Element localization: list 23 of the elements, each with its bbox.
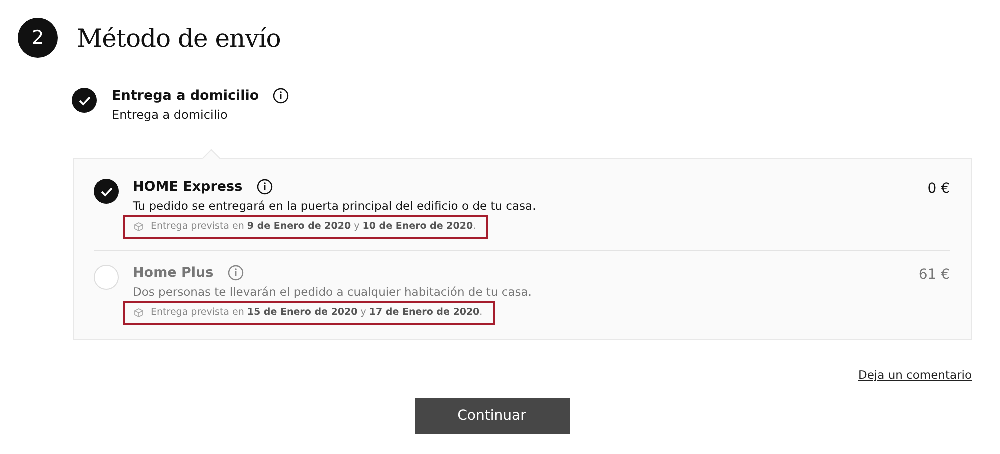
info-icon[interactable] <box>273 88 290 104</box>
option-description: Tu pedido se entregará en la puerta principal del edificio o de tu casa. <box>133 199 538 213</box>
option-radio[interactable] <box>94 265 119 290</box>
option-description: Dos personas te llevarán el pedido a cualquier habitación de tu casa. <box>133 285 533 299</box>
checkmark-icon <box>100 186 112 196</box>
delivery-estimate: Entrega prevista en 9 de Enero de 2020 y 10 de Enero de 2020. <box>151 221 476 232</box>
checked-radio[interactable] <box>72 88 97 113</box>
delivery-type-title: Entrega a domicilio <box>112 88 260 104</box>
option-radio[interactable] <box>94 179 119 204</box>
package-icon <box>134 222 144 232</box>
option-name: Home Plus <box>133 265 214 281</box>
package-icon <box>134 308 144 318</box>
option-name: HOME Express <box>133 179 243 195</box>
comment-link[interactable]: Deja un comentario <box>858 368 972 382</box>
delivery-type-subtitle: Entrega a domicilio <box>112 108 229 122</box>
checkmark-icon <box>78 96 90 106</box>
section-title: Método de envío <box>77 24 281 52</box>
step-number: 2 <box>18 18 58 58</box>
continue-button[interactable]: Continuar <box>414 398 570 434</box>
delivery-estimate: Entrega prevista en 15 de Enero de 2020 y 17 de Enero de 2020. <box>151 307 483 318</box>
option-price: 61 € <box>918 266 950 283</box>
option-price: 0 € <box>928 180 950 197</box>
info-icon[interactable] <box>256 179 273 195</box>
